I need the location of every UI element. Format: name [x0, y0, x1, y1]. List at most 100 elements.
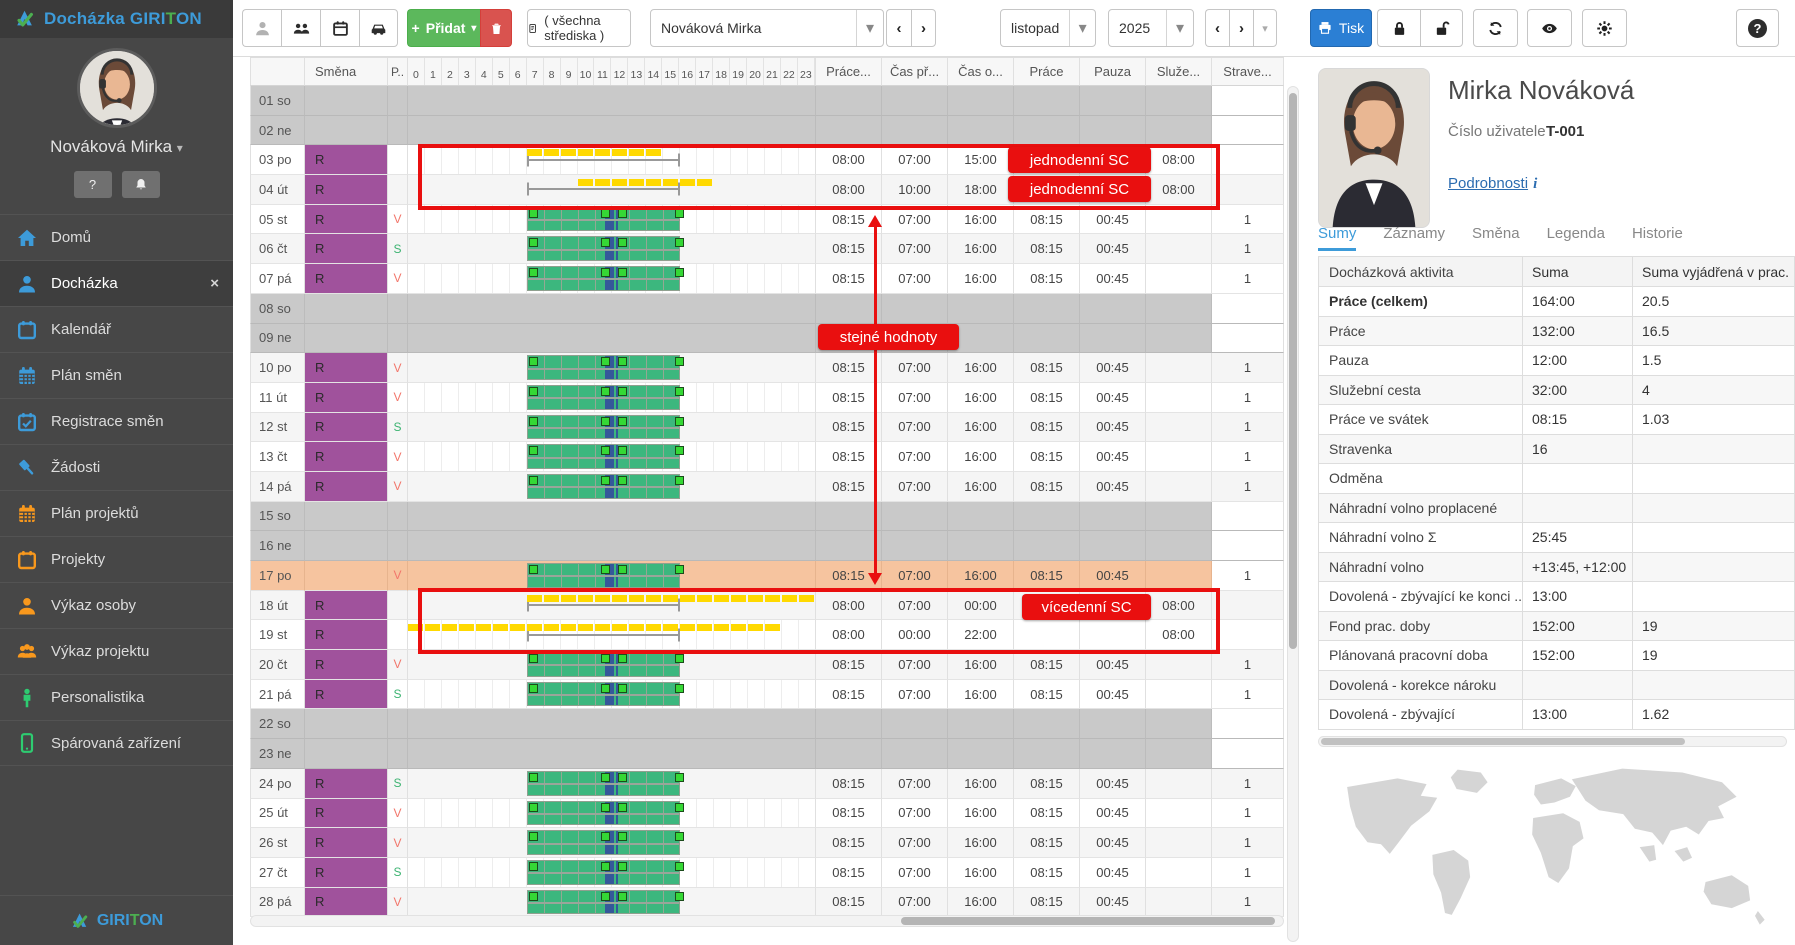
delete-button[interactable] — [480, 9, 512, 47]
shift-cell[interactable]: R — [305, 412, 388, 443]
print-button[interactable]: Tisk — [1310, 9, 1372, 47]
add-button[interactable]: + Přidat ▾ — [407, 9, 480, 47]
shift-cell[interactable] — [305, 709, 388, 740]
timeline-cell[interactable] — [408, 471, 816, 502]
next-month-button[interactable]: › — [1229, 9, 1253, 47]
sidebar-item-3[interactable]: Kalendář — [0, 306, 233, 352]
shift-cell[interactable]: R — [305, 204, 388, 235]
shift-cell[interactable]: R — [305, 590, 388, 621]
prev-month-button[interactable]: ‹ — [1205, 9, 1229, 47]
horizontal-scrollbar-thumb[interactable] — [901, 917, 1275, 925]
timeline-cell[interactable] — [408, 501, 816, 532]
shift-cell[interactable] — [305, 293, 388, 324]
shift-cell[interactable]: R — [305, 798, 388, 829]
shift-cell[interactable] — [305, 739, 388, 769]
sidebar-item-12[interactable]: Spárovaná zařízení — [0, 720, 233, 766]
cost-center-filter-button[interactable]: ( všechna střediska ) — [527, 9, 631, 47]
shift-cell[interactable] — [305, 531, 388, 561]
timeline-cell[interactable] — [408, 442, 816, 472]
month-select[interactable]: listopad ▾ — [1000, 9, 1096, 47]
tab-legenda[interactable]: Legenda — [1547, 225, 1605, 251]
shift-cell[interactable] — [305, 323, 388, 354]
timeline-cell[interactable] — [408, 620, 816, 651]
shift-cell[interactable]: R — [305, 382, 388, 413]
panel-horizontal-scrollbar[interactable] — [1318, 736, 1787, 747]
timeline-cell[interactable] — [408, 887, 816, 918]
shift-cell[interactable]: R — [305, 768, 388, 799]
shift-cell[interactable]: R — [305, 234, 388, 265]
table-vertical-scrollbar[interactable] — [1287, 86, 1299, 942]
timeline-cell[interactable] — [408, 590, 816, 621]
page-help-button[interactable]: ? — [1736, 9, 1779, 47]
shift-cell[interactable]: R — [305, 175, 388, 205]
visibility-button[interactable] — [1527, 9, 1572, 47]
vertical-scrollbar-thumb[interactable] — [1289, 93, 1297, 649]
timeline-cell[interactable] — [408, 561, 816, 591]
help-button[interactable]: ? — [73, 171, 112, 198]
shift-cell[interactable]: R — [305, 264, 388, 294]
view-people-button[interactable] — [281, 9, 320, 47]
view-trips-button[interactable] — [359, 9, 398, 47]
sidebar-item-5[interactable]: Registrace směn — [0, 398, 233, 444]
details-link[interactable]: Podrobnosti i — [1448, 175, 1537, 193]
timeline-cell[interactable] — [408, 739, 816, 769]
shift-cell[interactable]: R — [305, 442, 388, 472]
shift-cell[interactable] — [305, 561, 388, 591]
timeline-cell[interactable] — [408, 145, 816, 176]
settings-button[interactable] — [1582, 9, 1627, 47]
sidebar-avatar[interactable] — [76, 48, 157, 128]
sidebar-item-11[interactable]: Personalistika — [0, 674, 233, 720]
sidebar-item-10[interactable]: Výkaz projektu — [0, 628, 233, 674]
timeline-cell[interactable] — [408, 650, 816, 680]
shift-cell[interactable]: R — [305, 857, 388, 888]
timeline-cell[interactable] — [408, 293, 816, 324]
view-person-button[interactable] — [242, 9, 281, 47]
year-select[interactable]: 2025 ▾ — [1108, 9, 1194, 47]
timeline-cell[interactable] — [408, 115, 816, 146]
timeline-cell[interactable] — [408, 234, 816, 265]
timeline-cell[interactable] — [408, 382, 816, 413]
sidebar-item-7[interactable]: Plán projektů — [0, 490, 233, 536]
shift-cell[interactable]: R — [305, 145, 388, 176]
timeline-cell[interactable] — [408, 828, 816, 858]
timeline-cell[interactable] — [408, 679, 816, 710]
prev-person-button[interactable]: ‹ — [886, 9, 911, 47]
sidebar-item-9[interactable]: Výkaz osoby — [0, 582, 233, 628]
sidebar-item-8[interactable]: Projekty — [0, 536, 233, 582]
shift-cell[interactable]: R — [305, 471, 388, 502]
tab-historie[interactable]: Historie — [1632, 225, 1683, 251]
table-horizontal-scrollbar[interactable] — [250, 915, 1284, 927]
sidebar-item-2[interactable]: Docházka × — [0, 260, 233, 306]
sidebar-item-1[interactable]: Domů — [0, 214, 233, 260]
timeline-cell[interactable] — [408, 412, 816, 443]
tab-sumy[interactable]: Sumy — [1318, 225, 1357, 251]
notifications-button[interactable] — [121, 171, 160, 198]
timeline-cell[interactable] — [408, 353, 816, 383]
sidebar-user-menu[interactable]: Nováková Mirka ▾ — [0, 137, 233, 157]
sidebar-item-4[interactable]: Plán směn — [0, 352, 233, 398]
unlock-button[interactable] — [1420, 9, 1463, 47]
timeline-cell[interactable] — [408, 531, 816, 561]
refresh-button[interactable] — [1473, 9, 1518, 47]
tab-směna[interactable]: Směna — [1472, 225, 1520, 251]
timeline-cell[interactable] — [408, 709, 816, 740]
shift-cell[interactable] — [305, 501, 388, 532]
shift-cell[interactable]: R — [305, 353, 388, 383]
tab-záznamy[interactable]: Záznamy — [1383, 225, 1445, 251]
lock-button[interactable] — [1377, 9, 1420, 47]
shift-cell[interactable]: R — [305, 650, 388, 680]
app-logo[interactable]: Docházka GIRITON — [0, 0, 233, 38]
person-select[interactable]: Nováková Mirka ▾ — [650, 9, 884, 47]
timeline-cell[interactable] — [408, 264, 816, 294]
timeline-cell[interactable] — [408, 204, 816, 235]
timeline-cell[interactable] — [408, 86, 816, 116]
month-dropdown-button[interactable]: ▾ — [1253, 9, 1277, 47]
shift-cell[interactable]: R — [305, 620, 388, 651]
next-person-button[interactable]: › — [911, 9, 936, 47]
timeline-cell[interactable] — [408, 857, 816, 888]
panel-scrollbar-thumb[interactable] — [1321, 738, 1685, 745]
view-calendar-button[interactable] — [320, 9, 359, 47]
shift-cell[interactable]: R — [305, 887, 388, 918]
close-icon[interactable]: × — [210, 275, 219, 292]
timeline-cell[interactable] — [408, 175, 816, 205]
